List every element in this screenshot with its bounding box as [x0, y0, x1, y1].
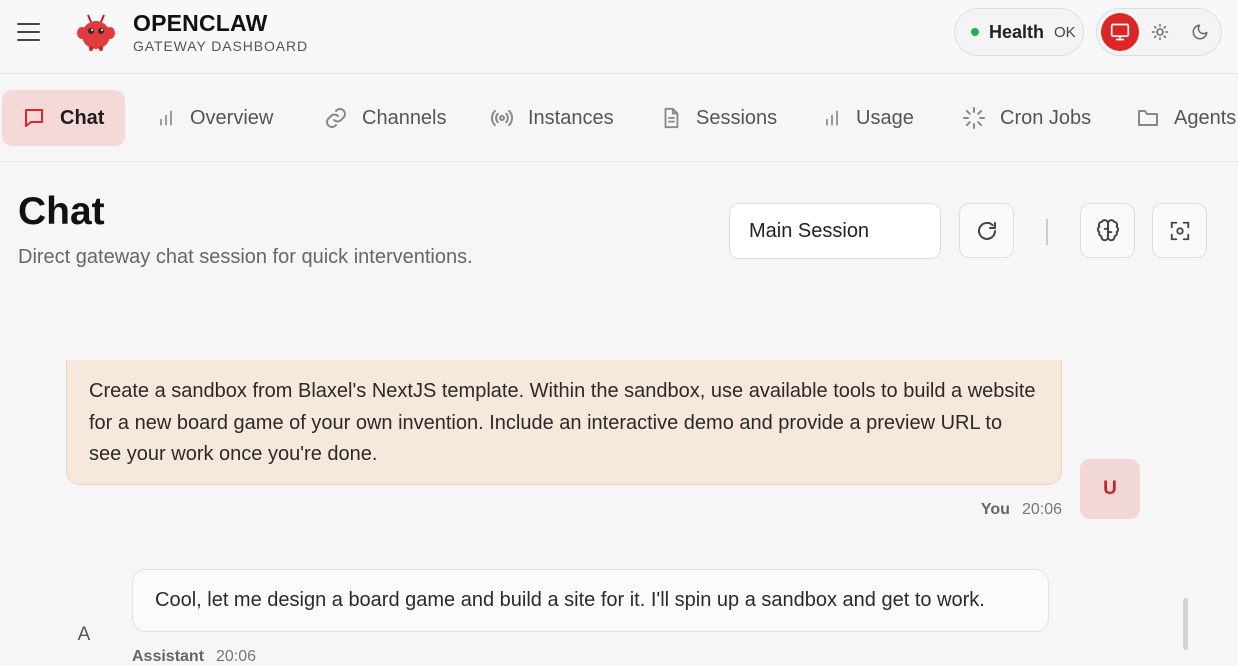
tab-usage[interactable]: Usage [802, 90, 934, 146]
page-subtitle: Direct gateway chat session for quick in… [18, 246, 473, 268]
chat-icon [25, 109, 43, 127]
page-title: Chat [18, 190, 105, 233]
assistant-message-meta: Assistant 20:06 [132, 648, 256, 666]
tab-instances[interactable]: Instances [470, 90, 634, 146]
toolbar-divider [1046, 219, 1048, 245]
folder-icon [1138, 110, 1158, 126]
tab-label: Overview [190, 106, 274, 129]
monitor-icon [1110, 23, 1130, 41]
broadcast-icon [490, 109, 514, 127]
tab-label: Cron Jobs [1000, 106, 1092, 129]
top-header: OPENCLAW GATEWAY DASHBOARD Health OK [0, 0, 1238, 74]
user-message-meta: You 20:06 [981, 501, 1062, 519]
main-nav-tabs: Chat Overview Channels Instances Session… [0, 75, 1238, 162]
bar-chart-icon [826, 110, 838, 126]
health-status-dot [971, 28, 979, 36]
tab-label: Chat [60, 106, 105, 129]
health-label: Health [989, 21, 1045, 42]
tab-label: Instances [528, 106, 614, 129]
chat-scrollbar[interactable] [1183, 598, 1188, 650]
message-author: You [980, 501, 1010, 518]
theme-switcher [1096, 8, 1222, 56]
brand-title: OPENCLAW [133, 10, 268, 36]
tab-chat[interactable]: Chat [2, 90, 125, 146]
moon-icon [1192, 24, 1208, 40]
tab-label: Channels [362, 106, 447, 129]
refresh-icon [977, 221, 996, 240]
hamburger-menu-icon[interactable] [12, 14, 46, 50]
user-message-bubble: Create a sandbox from Blaxel's NextJS te… [66, 360, 1062, 485]
tab-channels[interactable]: Channels [304, 90, 467, 146]
tab-label: Sessions [696, 106, 778, 129]
message-author: Assistant [132, 648, 205, 665]
refresh-button[interactable] [959, 203, 1014, 258]
focus-icon [1170, 221, 1189, 240]
assistant-message-bubble: Cool, let me design a board game and bui… [132, 569, 1049, 632]
tab-sessions[interactable]: Sessions [640, 90, 797, 146]
bar-chart-icon [160, 110, 172, 126]
health-value: OK [1054, 23, 1076, 41]
session-select[interactable]: Main Session [729, 203, 941, 259]
loader-icon [963, 107, 985, 129]
focus-mode-button[interactable] [1152, 203, 1207, 258]
assistant-avatar: A [77, 624, 91, 645]
brain-icon [1096, 218, 1119, 241]
link-icon [326, 108, 346, 128]
tab-label: Agents [1174, 106, 1237, 129]
health-status-pill[interactable]: Health OK [954, 8, 1084, 56]
theme-system-button[interactable] [1101, 13, 1139, 51]
openclaw-logo [77, 14, 115, 51]
thinking-toggle-button[interactable] [1080, 203, 1135, 258]
tab-agents[interactable]: Agents [1116, 90, 1238, 146]
user-avatar: U [1080, 459, 1140, 519]
tab-cron-jobs[interactable]: Cron Jobs [942, 90, 1111, 146]
theme-dark-button[interactable] [1181, 13, 1219, 51]
message-time: 20:06 [216, 648, 257, 665]
tab-overview[interactable]: Overview [136, 90, 293, 146]
sun-icon [1151, 23, 1169, 41]
tab-label: Usage [856, 106, 914, 129]
message-time: 20:06 [1021, 501, 1062, 518]
document-icon [664, 107, 679, 129]
theme-light-button[interactable] [1141, 13, 1179, 51]
brand-subtitle: GATEWAY DASHBOARD [133, 38, 309, 54]
